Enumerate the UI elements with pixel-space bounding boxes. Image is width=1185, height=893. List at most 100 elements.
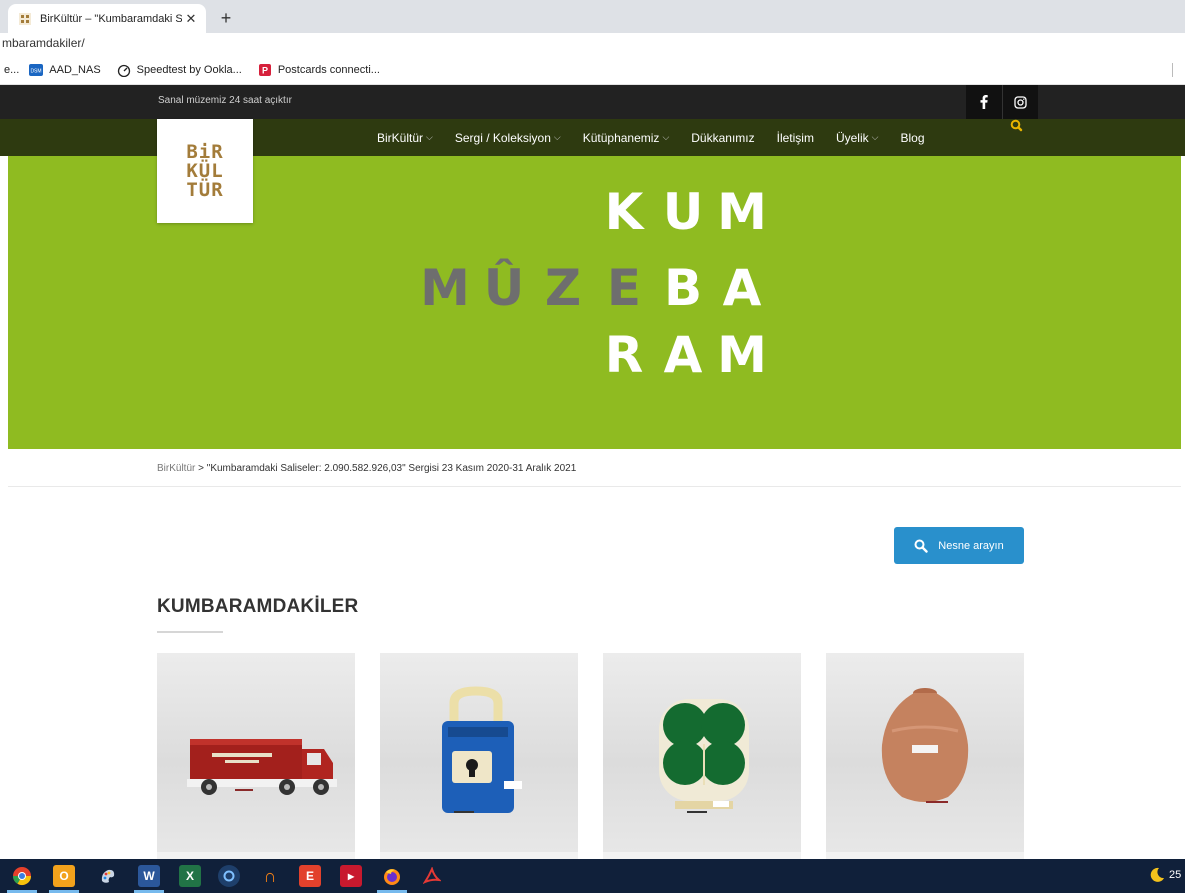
red-truck-money-box-image [157, 653, 355, 852]
nav-item-uyelik[interactable]: Üyelik ⌵ [836, 131, 879, 145]
nav-label: Kütüphanemiz [582, 130, 660, 145]
excel-icon[interactable]: X [179, 865, 201, 887]
facebook-icon[interactable] [966, 85, 1002, 119]
logo-line: BiR [186, 140, 224, 163]
site-top-bar: Sanal müzemiz 24 saat açıktır [0, 85, 1185, 119]
hero-letter: U [662, 183, 704, 241]
nav-label: Dükkanımız [691, 130, 755, 145]
hero-letter: R [604, 326, 644, 384]
chrome-icon[interactable] [11, 865, 33, 887]
hero-letter: M [717, 326, 767, 384]
nas-icon: DSM [29, 63, 44, 76]
breadcrumb-separator: > [195, 463, 207, 474]
card-caption-strip [380, 852, 578, 859]
bookmark-overflow[interactable]: e... [4, 64, 19, 76]
hero-letter: Û [483, 259, 525, 317]
search-button-label: Nesne arayın [938, 539, 1004, 552]
windows-taskbar: O W X ∩ E ▸ 25 [0, 859, 1185, 893]
app-icon-3[interactable]: ▸ [340, 865, 362, 887]
section-title: KUMBARAMDAKİLER [157, 596, 359, 617]
chevron-down-icon: ⌵ [426, 132, 433, 142]
paint-icon[interactable] [97, 865, 119, 887]
title-underline [157, 631, 223, 633]
app-icon[interactable]: ∩ [259, 865, 281, 887]
clock-text: 25 [1169, 869, 1182, 881]
word-icon[interactable]: W [138, 865, 160, 887]
nav-item-dukkanimiz[interactable]: Dükkanımız [691, 131, 754, 145]
site-favicon-icon [18, 12, 32, 26]
instagram-icon[interactable] [1002, 85, 1038, 119]
site-tagline: Sanal müzemiz 24 saat açıktır [158, 95, 292, 106]
chevron-down-icon: ⌵ [871, 132, 879, 142]
logo-line: TÜR [186, 178, 224, 201]
clay-pot-money-box-image [826, 653, 1024, 852]
collection-card[interactable] [157, 653, 355, 859]
nav-item-sergi-koleksiyon[interactable]: Sergi / Koleksiyon ⌵ [455, 131, 561, 145]
address-bar[interactable]: mbaramdakiler/ [0, 33, 1185, 55]
nav-label: İletişim [776, 130, 814, 145]
logo-wordmark: BiR KÜL TÜR [186, 140, 224, 201]
nav-item-birkultur[interactable]: BirKültür ⌵ [377, 131, 433, 145]
close-tab-icon[interactable]: ✕ [182, 10, 200, 28]
nav-item-kutuphanemiz[interactable]: Kütüphanemiz ⌵ [583, 131, 670, 145]
search-icon[interactable] [1010, 119, 1024, 133]
breadcrumb-current: "Kumbaramdaki Saliseler: 2.090.582.926,0… [206, 463, 577, 474]
hero-letter: B [663, 259, 703, 317]
bookmarks-bar: e... DSM AAD_NAS Speedtest by Ookla... P… [0, 55, 1185, 85]
green-clover-money-box-image [603, 653, 801, 852]
speedtest-icon [117, 63, 131, 77]
collection-card[interactable] [380, 653, 578, 859]
nav-label: Blog [900, 130, 925, 145]
card-caption-strip [826, 852, 1024, 859]
app-icon-2[interactable]: E [299, 865, 321, 887]
hero-letter: A [722, 259, 762, 317]
bookmark-label: Postcards connecti... [277, 63, 380, 76]
outlook-icon[interactable]: O [53, 865, 75, 887]
card-caption-strip [603, 852, 801, 859]
hero-letter: A [663, 326, 703, 384]
svg-text:P: P [262, 65, 268, 75]
hero-letter: Z [544, 259, 582, 317]
nav-item-blog[interactable]: Blog [900, 131, 924, 145]
breadcrumb: BirKültür > "Kumbaramdaki Saliseler: 2.0… [157, 463, 576, 474]
bookmark-aad-nas[interactable]: DSM AAD_NAS [29, 63, 101, 76]
url-text: mbaramdakiler/ [2, 36, 85, 50]
new-tab-button[interactable]: + [214, 6, 238, 30]
nav-item-iletisim[interactable]: İletişim [777, 131, 814, 145]
bookmark-speedtest[interactable]: Speedtest by Ookla... [117, 63, 242, 77]
divider [8, 486, 1181, 487]
logo-line: KÜL [186, 159, 224, 182]
night-light-icon[interactable] [1148, 866, 1166, 884]
bookmark-postcards[interactable]: P Postcards connecti... [258, 63, 380, 77]
nav-label: Üyelik [835, 130, 869, 145]
browser-tab[interactable]: BirKültür – "Kumbaramdaki Salise ✕ [8, 4, 206, 33]
collection-card[interactable] [603, 653, 801, 859]
main-menu: BirKültür ⌵ Sergi / Koleksiyon ⌵ Kütüphane… [377, 119, 947, 156]
hero-letter: M [420, 259, 470, 317]
svg-text:DSM: DSM [31, 68, 42, 74]
chevron-down-icon: ⌵ [662, 132, 670, 142]
tab-title: BirKültür – "Kumbaramdaki Salise [40, 12, 182, 25]
hero-letter: K [604, 183, 644, 241]
postcards-icon: P [258, 63, 272, 77]
collection-card[interactable] [826, 653, 1024, 859]
browser-tab-bar: BirKültür – "Kumbaramdaki Salise ✕ + [0, 0, 1185, 33]
object-search-button[interactable]: Nesne arayın [894, 527, 1024, 564]
bookmark-label: Speedtest by Ookla... [136, 63, 242, 76]
collection-grid [157, 653, 1024, 859]
chevron-down-icon: ⌵ [553, 132, 561, 142]
nav-label: BirKültür [377, 130, 424, 145]
site-logo[interactable]: BiR KÜL TÜR [157, 119, 253, 223]
social-links [966, 85, 1038, 119]
bookmarks-divider [1172, 63, 1173, 77]
bookmark-label: AAD_NAS [49, 63, 101, 76]
acrobat-icon[interactable] [421, 865, 443, 887]
camera-icon[interactable] [218, 865, 240, 887]
hero-letter: M [717, 183, 767, 241]
blue-padlock-money-box-image [380, 653, 578, 852]
card-caption-strip [157, 852, 355, 859]
nav-label: Sergi / Koleksiyon [454, 130, 551, 145]
hero-letter: E [606, 259, 642, 317]
firefox-icon[interactable] [381, 865, 403, 887]
breadcrumb-home-link[interactable]: BirKültür [157, 463, 195, 474]
